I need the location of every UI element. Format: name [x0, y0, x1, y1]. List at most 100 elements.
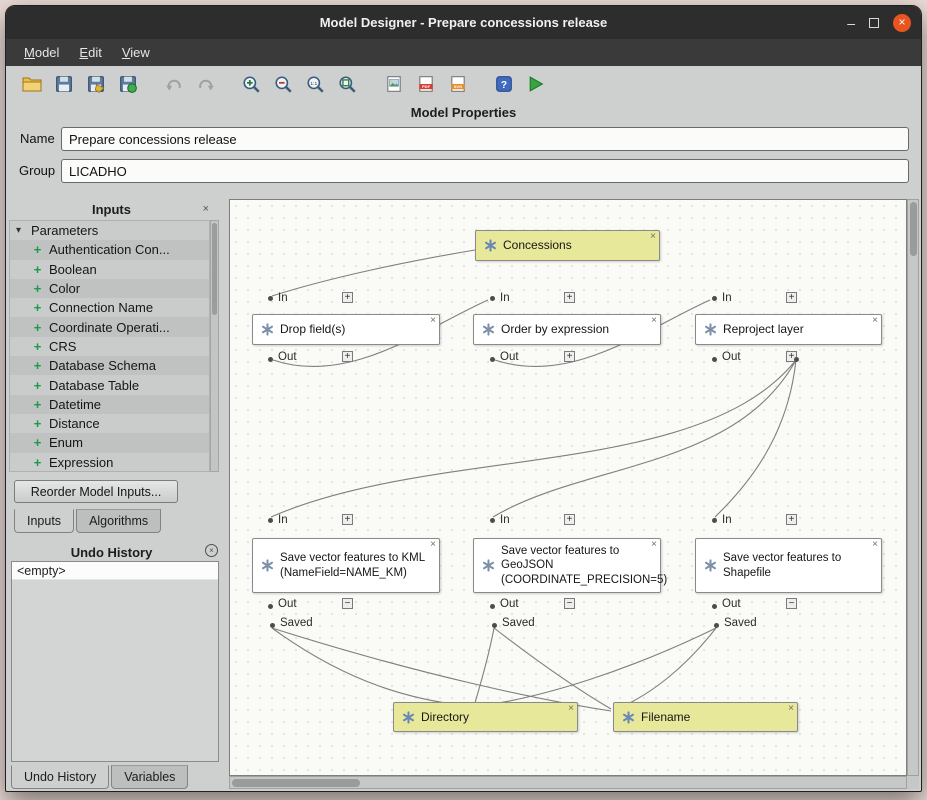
- expand-inputs-button[interactable]: +: [564, 292, 575, 303]
- tree-item-datetime[interactable]: +Datetime: [10, 395, 209, 414]
- tree-item-color[interactable]: +Color: [10, 279, 209, 298]
- undo-history-list[interactable]: <empty>: [11, 561, 219, 762]
- saved-socket-dot[interactable]: [714, 623, 719, 628]
- minimize-button[interactable]: –: [847, 18, 855, 28]
- collapse-outputs-button[interactable]: −: [564, 598, 575, 609]
- delete-node-icon[interactable]: ×: [651, 539, 657, 550]
- tab-variables[interactable]: Variables: [111, 765, 188, 789]
- node-save-geojson[interactable]: Save vector features to GeoJSON (COORDIN…: [473, 538, 661, 593]
- node-directory[interactable]: Directory ×: [393, 702, 578, 732]
- expand-outputs-button[interactable]: +: [564, 351, 575, 362]
- edit-model-help-button[interactable]: ?: [490, 71, 517, 98]
- scrollbar-thumb[interactable]: [212, 223, 217, 315]
- node-filename[interactable]: Filename ×: [613, 702, 798, 732]
- model-name-input[interactable]: [61, 127, 909, 151]
- redo-button[interactable]: [192, 71, 219, 98]
- reorder-model-inputs-button[interactable]: Reorder Model Inputs...: [14, 480, 178, 503]
- node-save-shapefile[interactable]: Save vector features to Shapefile ×: [695, 538, 882, 593]
- tree-item-authentication[interactable]: +Authentication Con...: [10, 240, 209, 259]
- in-socket-dot[interactable]: [490, 518, 495, 523]
- delete-node-icon[interactable]: ×: [430, 539, 436, 550]
- tree-item-distance[interactable]: +Distance: [10, 414, 209, 433]
- zoom-in-button[interactable]: [238, 71, 265, 98]
- tab-inputs[interactable]: Inputs: [14, 509, 74, 533]
- inputs-panel-close-icon[interactable]: ×: [203, 204, 209, 215]
- expand-inputs-button[interactable]: +: [342, 514, 353, 525]
- out-socket-dot[interactable]: [712, 357, 717, 362]
- scrollbar-thumb[interactable]: [910, 202, 917, 256]
- close-button[interactable]: ×: [893, 14, 911, 32]
- tree-item-coordinate-operation[interactable]: +Coordinate Operati...: [10, 317, 209, 336]
- zoom-out-button[interactable]: [270, 71, 297, 98]
- in-socket-dot[interactable]: [712, 296, 717, 301]
- titlebar[interactable]: Model Designer - Prepare concessions rel…: [6, 6, 921, 39]
- delete-node-icon[interactable]: ×: [872, 539, 878, 550]
- expander-icon[interactable]: ▾: [16, 225, 26, 236]
- in-socket-dot[interactable]: [268, 296, 273, 301]
- tree-item-crs[interactable]: +CRS: [10, 337, 209, 356]
- node-drop-fields[interactable]: Drop field(s) ×: [252, 314, 440, 345]
- menu-edit[interactable]: Edit: [69, 41, 111, 64]
- node-reproject-layer[interactable]: Reproject layer ×: [695, 314, 882, 345]
- export-as-pdf-button[interactable]: PDF: [412, 71, 439, 98]
- scrollbar-thumb[interactable]: [232, 779, 360, 787]
- tree-item-connection-name[interactable]: +Connection Name: [10, 298, 209, 317]
- tree-item-enum[interactable]: +Enum: [10, 433, 209, 452]
- in-socket-dot[interactable]: [490, 296, 495, 301]
- expand-inputs-button[interactable]: +: [786, 514, 797, 525]
- menu-view[interactable]: View: [112, 41, 160, 64]
- collapse-outputs-button[interactable]: −: [786, 598, 797, 609]
- undo-history-close-icon[interactable]: ×: [205, 544, 218, 557]
- menu-model[interactable]: Model: [14, 41, 69, 64]
- expand-outputs-button[interactable]: +: [342, 351, 353, 362]
- model-group-input[interactable]: [61, 159, 909, 183]
- delete-node-icon[interactable]: ×: [568, 703, 574, 714]
- saved-socket-dot[interactable]: [492, 623, 497, 628]
- tab-algorithms[interactable]: Algorithms: [76, 509, 161, 533]
- saved-socket-dot[interactable]: [270, 623, 275, 628]
- export-as-image-button[interactable]: [380, 71, 407, 98]
- tree-item-database-schema[interactable]: +Database Schema: [10, 356, 209, 375]
- out-socket-dot[interactable]: [490, 604, 495, 609]
- expand-inputs-button[interactable]: +: [786, 292, 797, 303]
- zoom-full-button[interactable]: [334, 71, 361, 98]
- tree-item-boolean[interactable]: +Boolean: [10, 260, 209, 279]
- canvas-surface[interactable]: Concessions × In + In + In + Drop field(…: [229, 199, 907, 776]
- expand-inputs-button[interactable]: +: [342, 292, 353, 303]
- delete-node-icon[interactable]: ×: [651, 315, 657, 326]
- out-socket-dot[interactable]: [268, 604, 273, 609]
- zoom-actual-size-button[interactable]: 1:1: [302, 71, 329, 98]
- in-socket-dot[interactable]: [268, 518, 273, 523]
- in-socket-dot[interactable]: [712, 518, 717, 523]
- delete-node-icon[interactable]: ×: [430, 315, 436, 326]
- save-model-in-project-button[interactable]: [114, 71, 141, 98]
- canvas-vertical-scrollbar[interactable]: [907, 199, 919, 776]
- tree-item-parameters[interactable]: ▾ Parameters: [10, 221, 209, 240]
- expand-inputs-button[interactable]: +: [564, 514, 575, 525]
- open-model-button[interactable]: [18, 71, 45, 98]
- out-socket-dot[interactable]: [268, 357, 273, 362]
- out-socket-dot[interactable]: [794, 357, 799, 362]
- node-order-by-expression[interactable]: Order by expression ×: [473, 314, 661, 345]
- out-socket-dot[interactable]: [490, 357, 495, 362]
- save-model-button[interactable]: [50, 71, 77, 98]
- delete-node-icon[interactable]: ×: [650, 231, 656, 242]
- run-model-button[interactable]: [522, 71, 549, 98]
- window-controls: – ×: [847, 6, 911, 39]
- undo-history-empty-item[interactable]: <empty>: [12, 562, 218, 580]
- tree-item-database-table[interactable]: +Database Table: [10, 375, 209, 394]
- undo-button[interactable]: [160, 71, 187, 98]
- inputs-tree-scrollbar[interactable]: [210, 220, 219, 472]
- maximize-button[interactable]: [869, 18, 879, 28]
- tab-undo-history[interactable]: Undo History: [11, 765, 109, 789]
- tree-item-expression[interactable]: +Expression: [10, 453, 209, 472]
- export-as-svg-button[interactable]: SVG: [444, 71, 471, 98]
- node-concessions[interactable]: Concessions ×: [475, 230, 660, 261]
- delete-node-icon[interactable]: ×: [788, 703, 794, 714]
- save-model-as-button[interactable]: [82, 71, 109, 98]
- node-save-kml[interactable]: Save vector features to KML (NameField=N…: [252, 538, 440, 593]
- out-socket-dot[interactable]: [712, 604, 717, 609]
- collapse-outputs-button[interactable]: −: [342, 598, 353, 609]
- delete-node-icon[interactable]: ×: [872, 315, 878, 326]
- canvas-horizontal-scrollbar[interactable]: [229, 776, 907, 789]
